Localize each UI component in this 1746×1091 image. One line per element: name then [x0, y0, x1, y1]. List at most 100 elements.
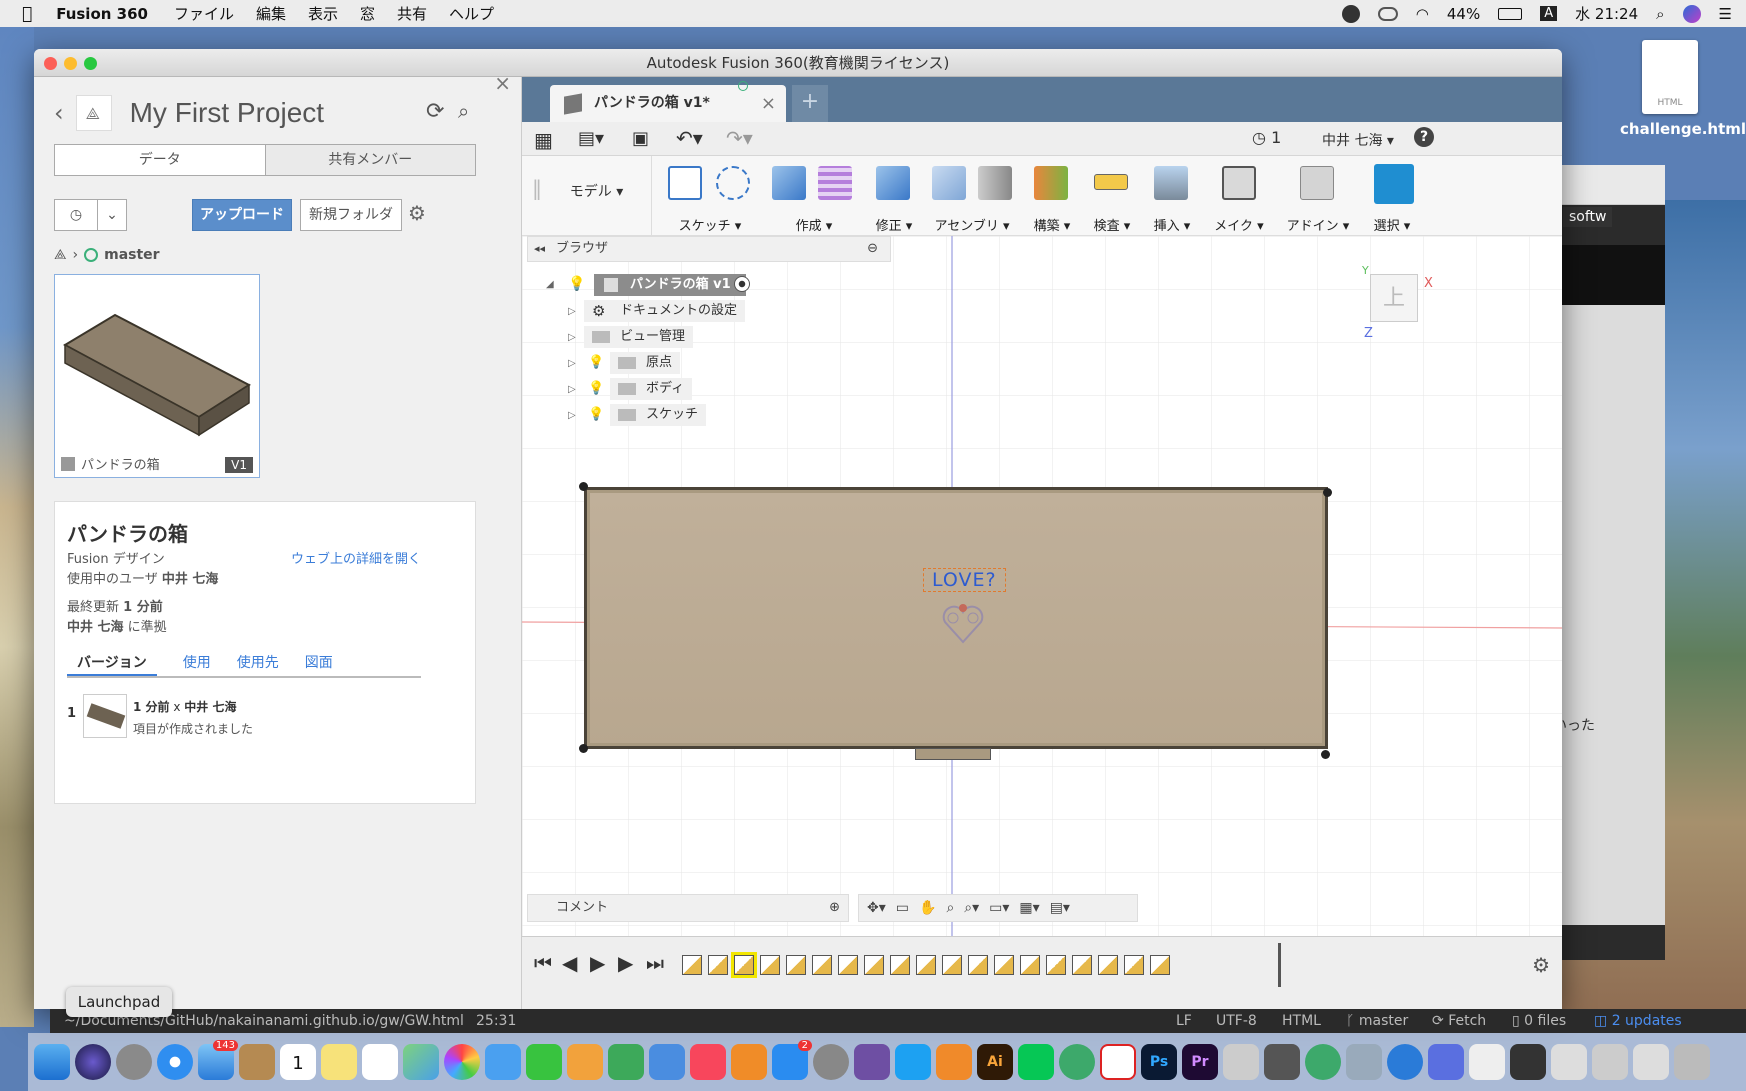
pages-icon[interactable]	[567, 1044, 603, 1080]
slack-icon[interactable]	[1100, 1044, 1136, 1080]
tree-bodies[interactable]: ボディ	[610, 378, 693, 400]
menu-window[interactable]: 窓	[360, 3, 375, 24]
viewcube-face[interactable]: 上	[1370, 274, 1418, 322]
ribbon-addins[interactable]: アドイン ▾	[1278, 156, 1358, 236]
visibility-bulb-icon[interactable]: 💡	[588, 355, 604, 370]
vertex-point[interactable]	[1321, 750, 1330, 759]
sketch-text-love[interactable]: LOVE?	[923, 568, 1006, 592]
expand-root-icon[interactable]: ◢	[546, 279, 554, 290]
gear-icon[interactable]: ⚙	[408, 201, 426, 225]
stack-icon[interactable]	[1551, 1044, 1587, 1080]
menu-share[interactable]: 共有	[397, 3, 427, 24]
grammar[interactable]: HTML	[1282, 1009, 1321, 1033]
search-icon[interactable]: ⌕	[458, 99, 469, 123]
background-window[interactable]: softw いった	[1545, 165, 1665, 960]
ribbon-create[interactable]: 作成 ▾	[766, 156, 862, 236]
expand-icon[interactable]: ▷	[568, 306, 576, 317]
photoshop-icon[interactable]: Ps	[1141, 1044, 1177, 1080]
battery-icon[interactable]	[1498, 7, 1523, 20]
zoom-icon[interactable]: ⌕	[946, 900, 954, 916]
open-web-link[interactable]: ウェブ上の詳細を開く	[291, 548, 421, 567]
collapse-browser-icon[interactable]: ◂◂	[534, 237, 545, 261]
app-store-icon[interactable]: 2	[772, 1040, 812, 1080]
messages-icon[interactable]	[485, 1044, 521, 1080]
preview-icon[interactable]	[1346, 1044, 1382, 1080]
comments-bar[interactable]: コメント ⊕	[527, 894, 849, 922]
heart-sketch-icon[interactable]	[939, 602, 987, 646]
expand-icon[interactable]: ▷	[568, 332, 576, 343]
timeline-feature-icon[interactable]	[1072, 955, 1092, 975]
script-editor-icon[interactable]	[1264, 1044, 1300, 1080]
step-forward-icon[interactable]: ▶	[618, 951, 633, 975]
expand-icon[interactable]: ▷	[568, 410, 576, 421]
zoom-window-icon[interactable]: ⌕▾	[964, 900, 979, 916]
line-status-icon[interactable]	[1341, 4, 1360, 23]
system-preferences-icon[interactable]	[813, 1044, 849, 1080]
timeline-feature-icon[interactable]	[760, 955, 780, 975]
3d-print-icon[interactable]	[1222, 166, 1256, 200]
close-panel-icon[interactable]: ×	[494, 71, 511, 95]
line-ending[interactable]: LF	[1176, 1009, 1192, 1033]
fusion360-icon[interactable]	[936, 1044, 972, 1080]
browser-header[interactable]: ◂◂ ブラウザ ⊖	[527, 236, 891, 262]
refresh-icon[interactable]: ⟳	[426, 99, 444, 124]
scripts-icon[interactable]	[1300, 166, 1334, 200]
downloads-stack-icon[interactable]	[1387, 1044, 1423, 1080]
notes-icon[interactable]	[321, 1044, 357, 1080]
github-desktop-icon[interactable]	[854, 1044, 890, 1080]
pandora-box-body[interactable]: LOVE?	[584, 487, 1328, 760]
timeline-feature-icon[interactable]	[890, 955, 910, 975]
new-component-icon[interactable]	[932, 166, 966, 200]
tab-used-in[interactable]: 使用先	[237, 652, 279, 676]
stack-icon[interactable]	[1633, 1044, 1669, 1080]
version-thumbnail[interactable]	[83, 694, 127, 738]
timeline-feature-icon[interactable]	[942, 955, 962, 975]
ribbon-inspect[interactable]: 検査 ▾	[1084, 156, 1140, 236]
press-pull-icon[interactable]	[876, 166, 910, 200]
timeline-feature-icon[interactable]	[708, 955, 728, 975]
extrude-icon[interactable]	[772, 166, 806, 200]
hub-icon[interactable]: ⟁	[54, 247, 67, 263]
menu-view[interactable]: 表示	[308, 3, 338, 24]
help-icon[interactable]: ?	[1414, 127, 1434, 147]
timeline-settings-icon[interactable]: ⚙	[1532, 953, 1550, 977]
line-icon[interactable]	[1018, 1044, 1054, 1080]
safari-icon[interactable]	[157, 1044, 193, 1080]
browser-pin-icon[interactable]: ⊖	[867, 237, 878, 261]
go-to-start-icon[interactable]: ⏮	[534, 951, 552, 975]
siri-icon[interactable]	[75, 1044, 111, 1080]
tree-origin[interactable]: 原点	[610, 352, 681, 374]
minimize-window-icon[interactable]	[64, 57, 77, 70]
tab-data[interactable]: データ	[55, 145, 265, 175]
keynote-icon[interactable]	[649, 1044, 685, 1080]
git-fetch[interactable]: ⟳ Fetch	[1432, 1009, 1486, 1033]
terminal-stack-icon[interactable]	[1510, 1044, 1546, 1080]
step-back-icon[interactable]: ◀	[562, 951, 577, 975]
go-to-end-icon[interactable]: ⏭	[646, 951, 664, 975]
close-tab-icon[interactable]: ×	[761, 85, 776, 122]
cursor-position[interactable]: 25:31	[476, 1009, 516, 1033]
input-source-icon[interactable]: A	[1540, 6, 1558, 21]
expand-icon[interactable]: ▷	[568, 358, 576, 369]
creative-cloud-icon[interactable]	[1377, 6, 1398, 21]
browser-root-node[interactable]: パンドラの箱 v1	[594, 274, 746, 296]
viewcube[interactable]: Y X Z 上	[1362, 264, 1433, 341]
new-tab-button[interactable]: +	[792, 85, 828, 122]
ribbon-sketch[interactable]: スケッチ ▾	[662, 156, 758, 236]
desktop-file-challenge[interactable]: HTML challenge.html	[1620, 40, 1746, 150]
measure-icon[interactable]	[1094, 174, 1128, 190]
window-titlebar[interactable]: Autodesk Fusion 360(教育機関ライセンス)	[34, 49, 1562, 77]
timeline-feature-icon[interactable]	[838, 955, 858, 975]
menubar-clock[interactable]: 水 21:24	[1575, 3, 1638, 24]
zoom-window-icon[interactable]	[84, 57, 97, 70]
select-arrow-icon[interactable]	[1374, 164, 1414, 204]
insert-image-icon[interactable]	[1154, 166, 1188, 200]
pan-hand-icon[interactable]: ✋	[919, 900, 936, 916]
tree-named-views[interactable]: ビュー管理	[584, 326, 694, 348]
upload-button[interactable]: アップロード	[192, 199, 292, 231]
tree-document-settings[interactable]: ⚙ ドキュメントの設定	[584, 300, 746, 322]
new-folder-button[interactable]: 新規フォルダ	[300, 199, 402, 231]
timeline-feature-icon[interactable]	[968, 955, 988, 975]
trash-icon[interactable]	[1674, 1044, 1710, 1080]
tab-drawings[interactable]: 図面	[305, 652, 333, 676]
